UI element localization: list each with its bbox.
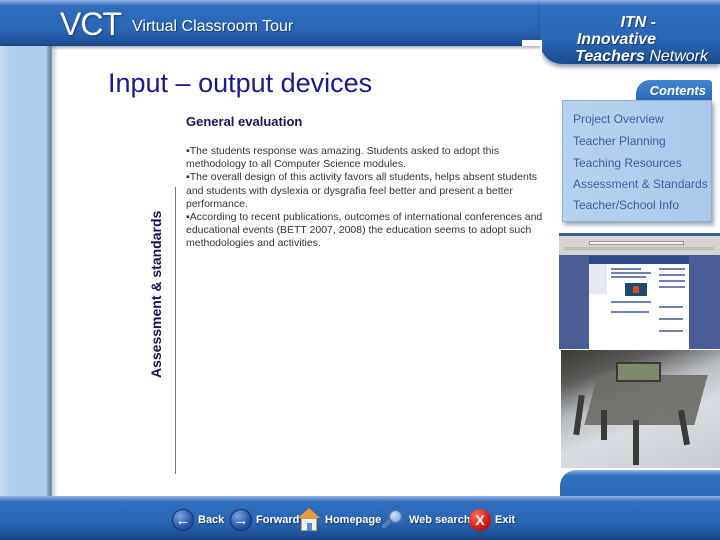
itn-logo-light: Network	[644, 48, 708, 65]
contents-link-teacher-school-info[interactable]: Teacher/School Info	[573, 198, 679, 212]
back-label: Back	[198, 514, 225, 526]
itn-logo-line2: Teachers Network	[540, 48, 708, 65]
itn-logo: ITN - Innovative Teachers Network	[540, 14, 708, 65]
web-search-label: Web search	[409, 514, 471, 526]
forward-label: Forward	[256, 514, 300, 526]
close-x-icon: X	[469, 509, 491, 531]
section-label: Assessment & standards	[148, 210, 164, 378]
screenshot-browser-toolbar	[559, 233, 720, 255]
bullet-item: ▪According to recent publications, outco…	[186, 211, 543, 250]
contents-link-project-overview[interactable]: Project Overview	[573, 112, 664, 126]
contents-link-assessment-standards[interactable]: Assessment & Standards	[573, 177, 708, 191]
robot-circuit-board	[616, 362, 661, 382]
website-screenshot-image	[559, 233, 720, 349]
contents-link-teacher-planning[interactable]: Teacher Planning	[573, 134, 666, 148]
homepage-button[interactable]: Homepage	[297, 508, 381, 532]
left-decorative-strip	[0, 46, 52, 496]
back-button[interactable]: ← Back	[172, 508, 224, 532]
app-subtitle: Virtual Classroom Tour	[132, 18, 294, 35]
contents-tab-label: Contents	[649, 83, 706, 98]
left-strip-shadow	[52, 46, 58, 496]
contents-panel: Project Overview Teacher Planning Teachi…	[562, 100, 712, 222]
home-icon	[297, 508, 321, 532]
itn-logo-bold: Teachers	[575, 48, 645, 65]
robot-photo	[561, 350, 720, 468]
exit-button[interactable]: X Exit	[469, 508, 515, 532]
itn-logo-line1: ITN - Innovative	[576, 14, 656, 48]
arrow-left-icon: ←	[172, 509, 194, 531]
subheading: General evaluation	[186, 114, 303, 129]
header-shadow	[0, 46, 540, 50]
arrow-right-icon: →	[230, 509, 252, 531]
vct-logo: VCT	[60, 6, 122, 42]
homepage-label: Homepage	[325, 514, 382, 526]
forward-button[interactable]: → Forward	[230, 508, 299, 532]
page-title: Input – output devices	[108, 68, 373, 98]
screenshot-page	[589, 256, 689, 349]
magnifier-icon	[379, 508, 405, 532]
contents-link-teaching-resources[interactable]: Teaching Resources	[573, 156, 682, 170]
evaluation-text: ▪The students response was amazing. Stud…	[186, 145, 546, 251]
contents-tab: Contents	[636, 80, 712, 102]
section-divider	[175, 187, 176, 474]
web-search-button[interactable]: Web search	[379, 508, 471, 532]
exit-label: Exit	[495, 514, 516, 526]
bullet-item: ▪The overall design of this activity fav…	[186, 171, 537, 210]
bullet-item: ▪The students response was amazing. Stud…	[186, 145, 500, 171]
